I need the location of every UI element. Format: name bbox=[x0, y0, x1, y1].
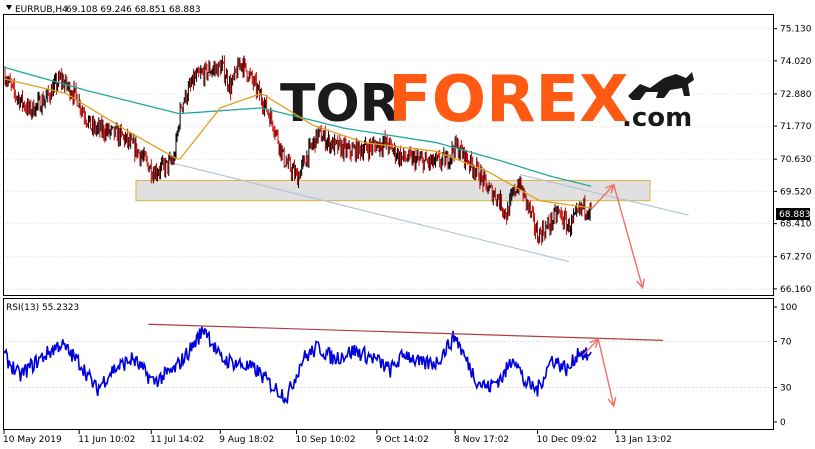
rsi-tick-label: 0 bbox=[780, 418, 786, 428]
bull-icon bbox=[628, 72, 694, 100]
rsi-tick-label: 100 bbox=[780, 303, 797, 313]
logo-com: .com bbox=[622, 103, 692, 133]
rsi-indicator bbox=[3, 323, 664, 408]
resistance-zone bbox=[135, 179, 651, 202]
y-tick-label: 74.020 bbox=[780, 57, 812, 67]
x-tick-label: 11 Jun 10:02 bbox=[78, 435, 135, 445]
y-tick-label: 66.160 bbox=[780, 285, 812, 295]
current-price-tag: 68.883 bbox=[776, 208, 811, 220]
x-tick-label: 10 May 2019 bbox=[3, 435, 62, 445]
logo-forex: FOREX bbox=[388, 63, 628, 137]
x-tick-label: 10 Sep 10:02 bbox=[296, 435, 356, 445]
y-tick-label: 71.770 bbox=[780, 122, 812, 132]
logo-tor: TOR bbox=[280, 74, 400, 134]
price-axis: 75.130 74.020 72.880 71.770 70.630 69.520 68.4… bbox=[773, 25, 812, 295]
rsi-trendline bbox=[148, 323, 664, 341]
y-tick-label: 69.520 bbox=[780, 187, 812, 197]
x-tick-label: 13 Jan 13:02 bbox=[615, 435, 672, 445]
rsi-line bbox=[3, 326, 592, 405]
x-tick-label: 9 Aug 18:02 bbox=[219, 435, 274, 445]
rsi-tick-label: 70 bbox=[780, 338, 792, 348]
rsi-projection-path bbox=[582, 337, 615, 407]
current-price-label: 68.883 bbox=[779, 210, 811, 220]
y-tick-label: 75.130 bbox=[780, 25, 812, 35]
x-tick-label: 8 Nov 17:02 bbox=[454, 435, 509, 445]
y-tick-label: 72.880 bbox=[780, 90, 812, 100]
ohlc-values: 69.108 69.246 68.851 68.883 bbox=[66, 5, 201, 15]
y-tick-label: 70.630 bbox=[780, 155, 812, 165]
torforex-logo: TOR FOREX .com bbox=[280, 63, 694, 137]
x-tick-label: 11 Jul 14:02 bbox=[150, 435, 204, 445]
symbol-title: EURRUB,H4 bbox=[15, 5, 68, 15]
rsi-axis: 100 70 30 0 bbox=[773, 303, 797, 428]
zone-rect bbox=[135, 179, 651, 202]
trend-channel bbox=[160, 159, 689, 263]
dropdown-triangle-icon[interactable] bbox=[6, 5, 12, 10]
x-tick-label: 9 Oct 14:02 bbox=[376, 435, 429, 445]
x-tick-label: 10 Dec 09:02 bbox=[537, 435, 598, 445]
y-tick-label: 68.410 bbox=[780, 220, 812, 230]
rsi-header: RSI(13) 55.2323 bbox=[6, 303, 79, 313]
chart-canvas: TOR FOREX .com EURRUB,H4 69.108 69.246 6… bbox=[3, 5, 812, 445]
time-axis: 10 May 2019 11 Jun 10:02 11 Jul 14:02 9 Aug… bbox=[3, 430, 672, 445]
rsi-tick-label: 30 bbox=[780, 384, 792, 394]
y-tick-label: 67.270 bbox=[780, 253, 812, 263]
